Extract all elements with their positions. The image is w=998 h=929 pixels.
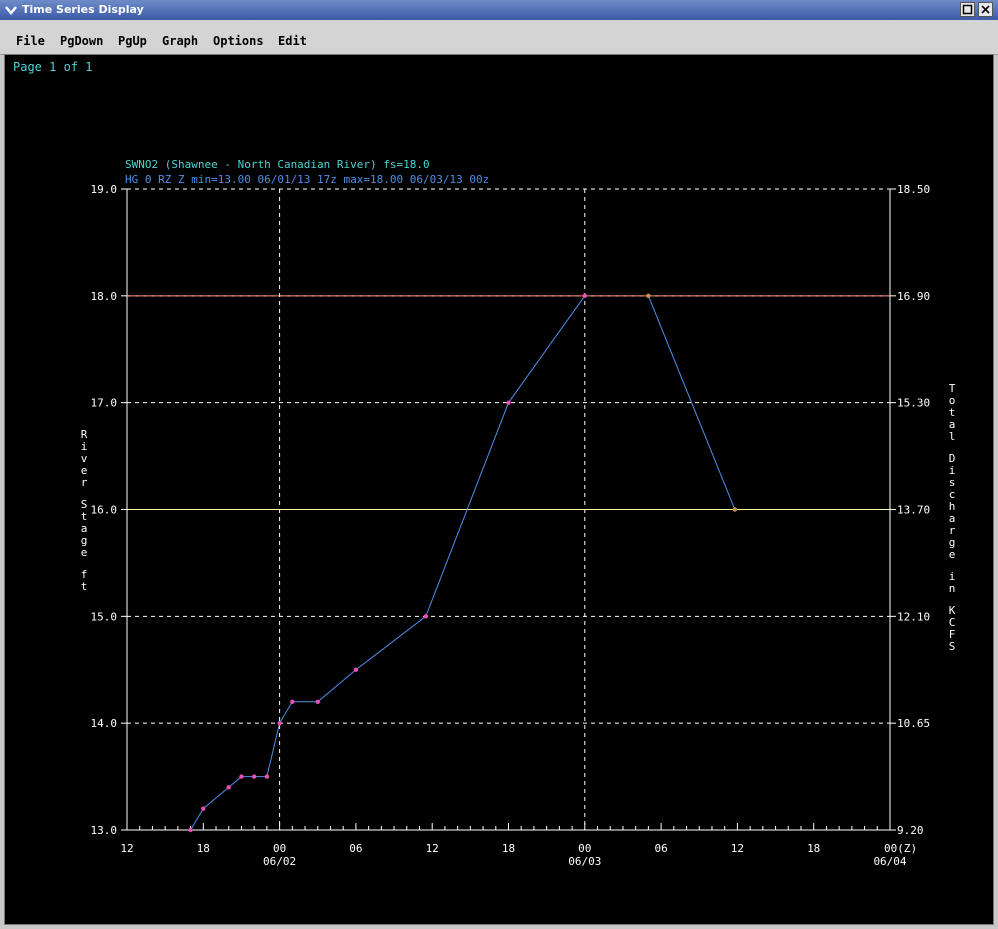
x-tick-label: 18	[502, 842, 515, 855]
x-tick-label: 18	[197, 842, 210, 855]
y-tick-label-right: 10.65	[897, 717, 930, 730]
observed-point	[239, 774, 244, 779]
chart-title: SWNO2 (Shawnee - North Canadian River) f…	[125, 158, 430, 171]
x-tick-label: 18	[807, 842, 820, 855]
x-tick-label: 12	[120, 842, 133, 855]
forecast-point	[646, 293, 651, 299]
forecast-point	[732, 507, 738, 512]
y-tick-label-right: 9.20	[897, 824, 924, 837]
observed-point	[264, 774, 270, 779]
observed-point	[201, 806, 206, 811]
y-tick-label-right: 15.30	[897, 397, 930, 410]
y-tick-label-right: 16.90	[897, 290, 930, 303]
y-axis-label: RiverStageft	[81, 428, 88, 593]
y-tick-label: 15.0	[91, 610, 118, 623]
x-date-label: 06/02	[263, 855, 296, 868]
time-series-chart: SWNO2 (Shawnee - North Canadian River) f…	[81, 158, 956, 868]
observed-point	[582, 293, 587, 299]
observed-point	[423, 614, 429, 619]
observed-point	[226, 785, 231, 790]
observed-series-line	[190, 295, 586, 831]
x-tick-label: 12	[731, 842, 744, 855]
observed-point	[277, 720, 282, 726]
observed-point	[506, 400, 511, 405]
observed-point	[188, 827, 193, 833]
x-tick-label: 12	[426, 842, 439, 855]
y-tick-label: 13.0	[91, 824, 118, 837]
y-tick-label-right: 13.70	[897, 504, 930, 517]
observed-point	[251, 774, 257, 779]
x-date-label: 06/04	[873, 855, 906, 868]
x-date-label: 06/03	[568, 855, 601, 868]
x-tick-label: 00	[273, 842, 286, 855]
y-tick-label-right: 18.50	[897, 183, 930, 196]
y-tick-label: 18.0	[91, 290, 118, 303]
x-tick-label: 06	[654, 842, 667, 855]
x-tick-label: 00(Z)	[884, 842, 917, 855]
y-axis-label-right: TotalDischargeinKCFS	[949, 382, 956, 653]
x-tick-label: 00	[578, 842, 591, 855]
y-tick-label-right: 12.10	[897, 610, 930, 623]
y-tick-label: 14.0	[91, 717, 118, 730]
observed-point	[315, 699, 320, 704]
chart-subtitle: HG 0 RZ Z min=13.00 06/01/13 17z max=18.…	[125, 173, 489, 186]
y-tick-label: 16.0	[91, 504, 118, 517]
x-tick-label: 06	[349, 842, 362, 855]
y-tick-label: 17.0	[91, 397, 118, 410]
y-tick-label: 19.0	[91, 183, 118, 196]
observed-point	[353, 667, 359, 672]
observed-point	[290, 699, 295, 704]
